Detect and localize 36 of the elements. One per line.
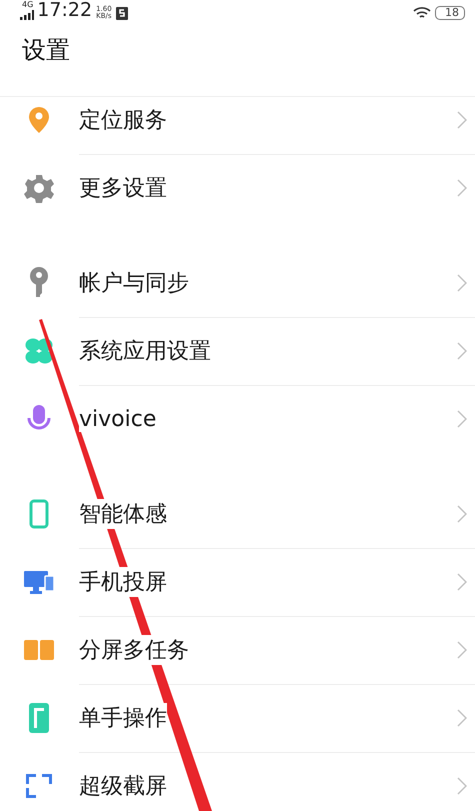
notification-app-icon xyxy=(116,7,128,20)
location-pin-icon xyxy=(28,106,50,134)
row-label: vivoice xyxy=(79,406,156,432)
settings-row[interactable]: 分屏多任务 xyxy=(0,616,475,684)
chevron-right-icon xyxy=(457,274,467,292)
row-label: 手机投屏 xyxy=(79,566,167,596)
chevron-right-icon xyxy=(457,640,467,658)
split-screen-icon xyxy=(24,638,54,662)
one-hand-phone-icon xyxy=(28,702,50,734)
chevron-right-icon xyxy=(457,179,467,197)
row-label: 分屏多任务 xyxy=(79,634,189,664)
chevron-right-icon xyxy=(457,342,467,360)
page-title: 设置 xyxy=(22,35,70,66)
chevron-right-icon xyxy=(457,572,467,590)
network-type: 4G xyxy=(22,1,34,9)
chevron-right-icon xyxy=(457,777,467,795)
phone-outline-icon xyxy=(29,499,49,529)
row-label: 智能体感 xyxy=(79,498,167,528)
monitor-icon xyxy=(23,569,55,595)
wifi-icon xyxy=(413,7,431,20)
chevron-right-icon xyxy=(457,110,467,128)
screenshot-icon xyxy=(24,772,54,800)
settings-row[interactable]: 帐户与同步 xyxy=(0,249,475,317)
battery-level: 18 xyxy=(435,6,465,20)
settings-row[interactable]: 定位服务 xyxy=(0,97,475,154)
gear-icon xyxy=(24,173,54,203)
chevron-right-icon xyxy=(457,708,467,726)
settings-row[interactable]: 更多设置 xyxy=(0,154,475,222)
settings-row[interactable]: 系统应用设置 xyxy=(0,317,475,385)
settings-row[interactable]: 智能体感 xyxy=(0,480,475,548)
chevron-right-icon xyxy=(457,504,467,522)
clock-time: 17:22 xyxy=(37,1,92,20)
chevron-right-icon xyxy=(457,410,467,428)
signal-icon xyxy=(20,10,34,20)
key-icon xyxy=(29,267,49,299)
settings-row[interactable]: vivoice xyxy=(0,385,475,453)
